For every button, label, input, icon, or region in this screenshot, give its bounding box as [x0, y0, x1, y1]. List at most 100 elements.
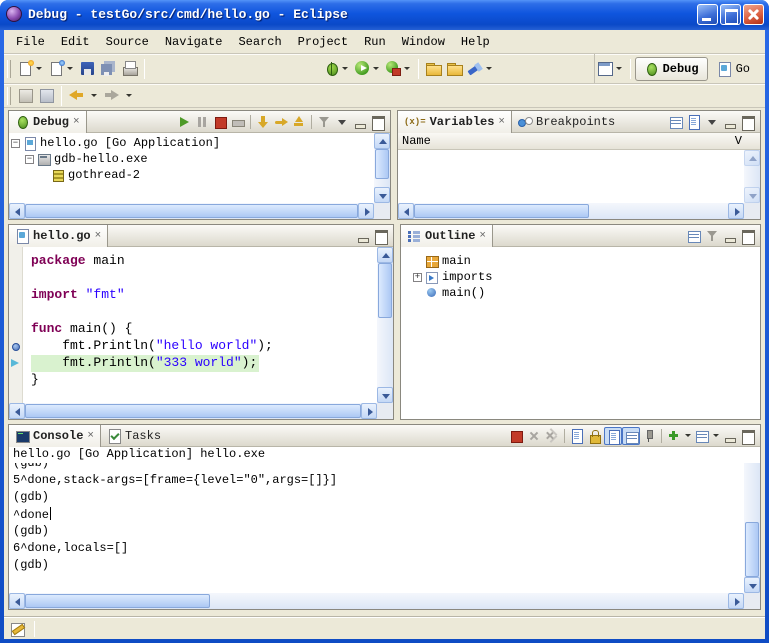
vertical-scrollbar[interactable] [744, 150, 760, 203]
debug-launch-button[interactable] [321, 57, 352, 81]
scroll-left-button[interactable] [398, 203, 414, 219]
scroll-thumb[interactable] [745, 522, 759, 577]
vertical-scrollbar[interactable] [744, 447, 760, 593]
scroll-down-button[interactable] [374, 187, 390, 203]
save-button[interactable] [77, 57, 98, 81]
dropdown-icon[interactable] [371, 57, 381, 81]
tree-item[interactable]: −hello.go [Go Application] [9, 135, 220, 151]
view-menu-button[interactable] [703, 113, 721, 131]
dropdown-icon[interactable] [65, 57, 75, 81]
column-name[interactable]: Name [402, 134, 431, 148]
horizontal-scrollbar[interactable] [9, 593, 744, 609]
close-icon[interactable]: × [95, 230, 102, 242]
folder-button-1[interactable] [423, 57, 444, 81]
close-icon[interactable]: × [73, 116, 80, 128]
dropdown-icon[interactable] [484, 57, 494, 81]
scroll-lock-button[interactable] [586, 427, 604, 445]
menu-item-window[interactable]: Window [394, 32, 453, 52]
step-filters-button[interactable] [315, 113, 333, 131]
clear-console-button[interactable] [568, 427, 586, 445]
search-button[interactable] [465, 57, 496, 81]
terminate-console-button[interactable] [507, 427, 525, 445]
dropdown-icon[interactable] [89, 84, 99, 108]
scroll-left-button[interactable] [9, 593, 25, 609]
maximize-view-button[interactable] [739, 113, 757, 131]
open-perspective-button[interactable] [595, 57, 626, 81]
view-menu-button[interactable] [333, 113, 351, 131]
forward-history-button[interactable] [122, 84, 136, 108]
vertical-scrollbar[interactable] [374, 133, 390, 203]
scroll-right-button[interactable] [728, 593, 744, 609]
menu-item-file[interactable]: File [8, 32, 53, 52]
scroll-right-button[interactable] [728, 203, 744, 219]
minimize-view-button[interactable] [721, 227, 739, 245]
status-pencil-icon[interactable] [10, 621, 26, 637]
sort-button[interactable] [685, 227, 703, 245]
vertical-scrollbar[interactable] [377, 247, 393, 403]
suspend-button[interactable] [193, 113, 211, 131]
console-text-area[interactable]: (gdb)5^done,stack-args=[frame={level="0"… [9, 463, 744, 593]
minimize-view-button[interactable] [351, 113, 369, 131]
horizontal-scrollbar[interactable] [398, 203, 744, 219]
menu-item-source[interactable]: Source [98, 32, 157, 52]
scroll-thumb[interactable] [378, 263, 392, 318]
maximize-button[interactable] [720, 4, 741, 25]
open-console-button[interactable] [665, 427, 683, 445]
back-history-button[interactable] [87, 84, 101, 108]
display-selected-console-button[interactable] [693, 427, 711, 445]
scroll-up-button[interactable] [744, 150, 760, 166]
scroll-right-button[interactable] [361, 403, 377, 419]
titlebar[interactable]: Debug - testGo/src/cmd/hello.go - Eclips… [0, 0, 769, 30]
scroll-down-button[interactable] [744, 187, 760, 203]
resume-button[interactable] [175, 113, 193, 131]
tab-hello-go[interactable]: hello.go × [9, 225, 108, 247]
toolbar-disabled-button-1[interactable] [15, 84, 36, 108]
column-value-partial[interactable]: V [735, 134, 742, 148]
toolbar-disabled-button-2[interactable] [36, 84, 57, 108]
tree-item[interactable]: gothread-2 [9, 167, 220, 183]
step-into-button[interactable] [254, 113, 272, 131]
scroll-down-button[interactable] [744, 577, 760, 593]
maximize-view-button[interactable] [372, 227, 390, 245]
dropdown-icon[interactable] [402, 57, 412, 81]
filter-button[interactable] [703, 227, 721, 245]
activate-on-stdout-button[interactable] [604, 427, 622, 445]
dropdown-icon[interactable] [124, 84, 134, 108]
dropdown-icon[interactable] [711, 434, 721, 437]
code-area[interactable]: package mainimport "fmt"func main() { fm… [24, 247, 377, 403]
outline-tree[interactable]: main+importsmain() [401, 247, 492, 301]
scroll-thumb[interactable] [25, 594, 210, 608]
scroll-down-button[interactable] [377, 387, 393, 403]
tab-tasks[interactable]: Tasks [101, 425, 167, 447]
save-all-button[interactable] [98, 57, 119, 81]
tab-variables[interactable]: (x)= Variables × [398, 111, 512, 133]
tab-breakpoints[interactable]: Breakpoints [512, 111, 621, 133]
back-button[interactable] [66, 84, 87, 108]
detail-pane-button[interactable] [685, 113, 703, 131]
maximize-view-button[interactable] [739, 427, 757, 445]
dropdown-icon[interactable] [340, 57, 350, 81]
activate-on-stderr-button[interactable] [622, 427, 640, 445]
scroll-up-button[interactable] [377, 247, 393, 263]
layout-button[interactable] [667, 113, 685, 131]
minimize-view-button[interactable] [721, 113, 739, 131]
scroll-thumb[interactable] [414, 204, 589, 218]
tab-console[interactable]: Console × [9, 425, 101, 447]
dropdown-icon[interactable] [614, 57, 624, 81]
minimize-button[interactable] [697, 4, 718, 25]
run-launch-button[interactable] [352, 57, 383, 81]
menu-item-help[interactable]: Help [453, 32, 498, 52]
tree-item[interactable]: +imports [411, 269, 492, 285]
disconnect-button[interactable] [229, 113, 247, 131]
debug-tree[interactable]: −hello.go [Go Application]−gdb-hello.exe… [9, 133, 220, 183]
dropdown-icon[interactable] [34, 57, 44, 81]
close-button[interactable] [743, 4, 764, 25]
scroll-right-button[interactable] [358, 203, 374, 219]
close-icon[interactable]: × [479, 230, 486, 242]
folder-button-2[interactable] [444, 57, 465, 81]
new-wizard-button[interactable] [15, 57, 46, 81]
maximize-view-button[interactable] [369, 113, 387, 131]
horizontal-scrollbar[interactable] [9, 203, 374, 219]
menu-item-edit[interactable]: Edit [53, 32, 98, 52]
menu-item-navigate[interactable]: Navigate [157, 32, 231, 52]
